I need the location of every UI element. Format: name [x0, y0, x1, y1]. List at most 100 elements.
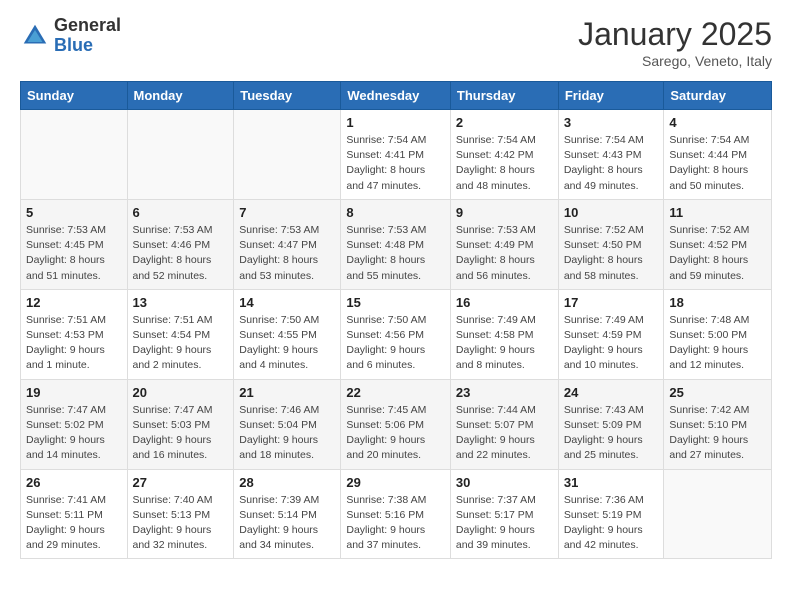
day-number: 6 [133, 205, 229, 220]
calendar-cell: 13 Sunrise: 7:51 AMSunset: 4:54 PMDayligh… [127, 289, 234, 379]
logo-text: General Blue [54, 16, 121, 56]
calendar-cell: 9 Sunrise: 7:53 AMSunset: 4:49 PMDaylight… [450, 199, 558, 289]
calendar-cell: 20 Sunrise: 7:47 AMSunset: 5:03 PMDayligh… [127, 379, 234, 469]
day-info: Sunrise: 7:54 AMSunset: 4:44 PMDaylight:… [669, 133, 766, 194]
calendar-cell: 5Sunrise: 7:53 AMSunset: 4:45 PMDaylight… [21, 199, 128, 289]
column-header-thursday: Thursday [450, 82, 558, 110]
day-number: 31 [564, 475, 659, 490]
day-number: 17 [564, 295, 659, 310]
day-number: 4 [669, 115, 766, 130]
day-info: Sunrise: 7:53 AMSunset: 4:49 PMDaylight:… [456, 223, 553, 284]
calendar-week-row: 19 Sunrise: 7:47 AMSunset: 5:02 PMDayligh… [21, 379, 772, 469]
day-info: Sunrise: 7:41 AMSunset: 5:11 PMDaylight:… [26, 493, 122, 554]
day-info: Sunrise: 7:47 AMSunset: 5:02 PMDaylight:… [26, 403, 122, 464]
calendar-cell: 30 Sunrise: 7:37 AMSunset: 5:17 PMDayligh… [450, 469, 558, 559]
day-info: Sunrise: 7:54 AMSunset: 4:43 PMDaylight:… [564, 133, 659, 194]
column-header-sunday: Sunday [21, 82, 128, 110]
day-info: Sunrise: 7:43 AMSunset: 5:09 PMDaylight:… [564, 403, 659, 464]
day-number: 20 [133, 385, 229, 400]
day-info: Sunrise: 7:53 AMSunset: 4:46 PMDaylight:… [133, 223, 229, 284]
calendar-cell: 11 Sunrise: 7:52 AMSunset: 4:52 PMDayligh… [664, 199, 772, 289]
day-number: 14 [239, 295, 335, 310]
calendar-cell: 6 Sunrise: 7:53 AMSunset: 4:46 PMDaylight… [127, 199, 234, 289]
column-header-saturday: Saturday [664, 82, 772, 110]
calendar-cell: 12Sunrise: 7:51 AMSunset: 4:53 PMDayligh… [21, 289, 128, 379]
day-info: Sunrise: 7:37 AMSunset: 5:17 PMDaylight:… [456, 493, 553, 554]
day-number: 13 [133, 295, 229, 310]
month-title: January 2025 [578, 16, 772, 53]
column-header-friday: Friday [558, 82, 664, 110]
calendar-cell: 18 Sunrise: 7:48 AMSunset: 5:00 PMDayligh… [664, 289, 772, 379]
day-number: 3 [564, 115, 659, 130]
day-number: 23 [456, 385, 553, 400]
calendar-cell: 3 Sunrise: 7:54 AMSunset: 4:43 PMDaylight… [558, 110, 664, 200]
day-info: Sunrise: 7:40 AMSunset: 5:13 PMDaylight:… [133, 493, 229, 554]
day-info: Sunrise: 7:54 AMSunset: 4:41 PMDaylight:… [346, 133, 445, 194]
day-number: 11 [669, 205, 766, 220]
calendar-header-row: SundayMondayTuesdayWednesdayThursdayFrid… [21, 82, 772, 110]
day-number: 7 [239, 205, 335, 220]
day-number: 25 [669, 385, 766, 400]
calendar-cell: 2Sunrise: 7:54 AMSunset: 4:42 PMDaylight… [450, 110, 558, 200]
day-number: 27 [133, 475, 229, 490]
calendar-cell: 10 Sunrise: 7:52 AMSunset: 4:50 PMDayligh… [558, 199, 664, 289]
calendar-cell: 28Sunrise: 7:39 AMSunset: 5:14 PMDayligh… [234, 469, 341, 559]
header: General Blue January 2025 Sarego, Veneto… [20, 16, 772, 69]
day-number: 26 [26, 475, 122, 490]
calendar-cell: 25 Sunrise: 7:42 AMSunset: 5:10 PMDayligh… [664, 379, 772, 469]
calendar-cell: 4 Sunrise: 7:54 AMSunset: 4:44 PMDaylight… [664, 110, 772, 200]
calendar-cell: 17 Sunrise: 7:49 AMSunset: 4:59 PMDayligh… [558, 289, 664, 379]
day-info: Sunrise: 7:53 AMSunset: 4:47 PMDaylight:… [239, 223, 335, 284]
day-number: 19 [26, 385, 122, 400]
calendar-week-row: 26 Sunrise: 7:41 AMSunset: 5:11 PMDayligh… [21, 469, 772, 559]
calendar-cell [234, 110, 341, 200]
calendar-cell: 16 Sunrise: 7:49 AMSunset: 4:58 PMDayligh… [450, 289, 558, 379]
column-header-tuesday: Tuesday [234, 82, 341, 110]
day-info: Sunrise: 7:51 AMSunset: 4:54 PMDaylight:… [133, 313, 229, 374]
day-info: Sunrise: 7:45 AMSunset: 5:06 PMDaylight:… [346, 403, 445, 464]
day-number: 15 [346, 295, 445, 310]
title-block: January 2025 Sarego, Veneto, Italy [578, 16, 772, 69]
day-number: 10 [564, 205, 659, 220]
day-info: Sunrise: 7:52 AMSunset: 4:52 PMDaylight:… [669, 223, 766, 284]
day-info: Sunrise: 7:49 AMSunset: 4:59 PMDaylight:… [564, 313, 659, 374]
day-info: Sunrise: 7:42 AMSunset: 5:10 PMDaylight:… [669, 403, 766, 464]
day-number: 30 [456, 475, 553, 490]
day-info: Sunrise: 7:50 AMSunset: 4:56 PMDaylight:… [346, 313, 445, 374]
calendar-cell: 14 Sunrise: 7:50 AMSunset: 4:55 PMDayligh… [234, 289, 341, 379]
calendar-cell: 22Sunrise: 7:45 AMSunset: 5:06 PMDayligh… [341, 379, 451, 469]
day-info: Sunrise: 7:52 AMSunset: 4:50 PMDaylight:… [564, 223, 659, 284]
logo-blue: Blue [54, 36, 121, 56]
calendar: SundayMondayTuesdayWednesdayThursdayFrid… [20, 81, 772, 559]
day-info: Sunrise: 7:49 AMSunset: 4:58 PMDaylight:… [456, 313, 553, 374]
calendar-cell: 24 Sunrise: 7:43 AMSunset: 5:09 PMDayligh… [558, 379, 664, 469]
calendar-cell: 8Sunrise: 7:53 AMSunset: 4:48 PMDaylight… [341, 199, 451, 289]
day-info: Sunrise: 7:38 AMSunset: 5:16 PMDaylight:… [346, 493, 445, 554]
day-number: 18 [669, 295, 766, 310]
day-number: 2 [456, 115, 553, 130]
day-info: Sunrise: 7:44 AMSunset: 5:07 PMDaylight:… [456, 403, 553, 464]
calendar-cell: 23 Sunrise: 7:44 AMSunset: 5:07 PMDayligh… [450, 379, 558, 469]
day-info: Sunrise: 7:47 AMSunset: 5:03 PMDaylight:… [133, 403, 229, 464]
calendar-week-row: 12Sunrise: 7:51 AMSunset: 4:53 PMDayligh… [21, 289, 772, 379]
subtitle: Sarego, Veneto, Italy [578, 53, 772, 69]
calendar-cell [664, 469, 772, 559]
day-number: 24 [564, 385, 659, 400]
day-number: 28 [239, 475, 335, 490]
calendar-cell: 1 Sunrise: 7:54 AMSunset: 4:41 PMDaylight… [341, 110, 451, 200]
day-number: 16 [456, 295, 553, 310]
logo: General Blue [20, 16, 121, 56]
day-number: 9 [456, 205, 553, 220]
calendar-cell: 26 Sunrise: 7:41 AMSunset: 5:11 PMDayligh… [21, 469, 128, 559]
logo-icon [20, 21, 50, 51]
calendar-cell [127, 110, 234, 200]
day-info: Sunrise: 7:48 AMSunset: 5:00 PMDaylight:… [669, 313, 766, 374]
calendar-cell: 27 Sunrise: 7:40 AMSunset: 5:13 PMDayligh… [127, 469, 234, 559]
calendar-cell: 21Sunrise: 7:46 AMSunset: 5:04 PMDayligh… [234, 379, 341, 469]
day-number: 21 [239, 385, 335, 400]
day-number: 1 [346, 115, 445, 130]
day-info: Sunrise: 7:50 AMSunset: 4:55 PMDaylight:… [239, 313, 335, 374]
column-header-monday: Monday [127, 82, 234, 110]
calendar-cell: 31Sunrise: 7:36 AMSunset: 5:19 PMDayligh… [558, 469, 664, 559]
calendar-cell [21, 110, 128, 200]
